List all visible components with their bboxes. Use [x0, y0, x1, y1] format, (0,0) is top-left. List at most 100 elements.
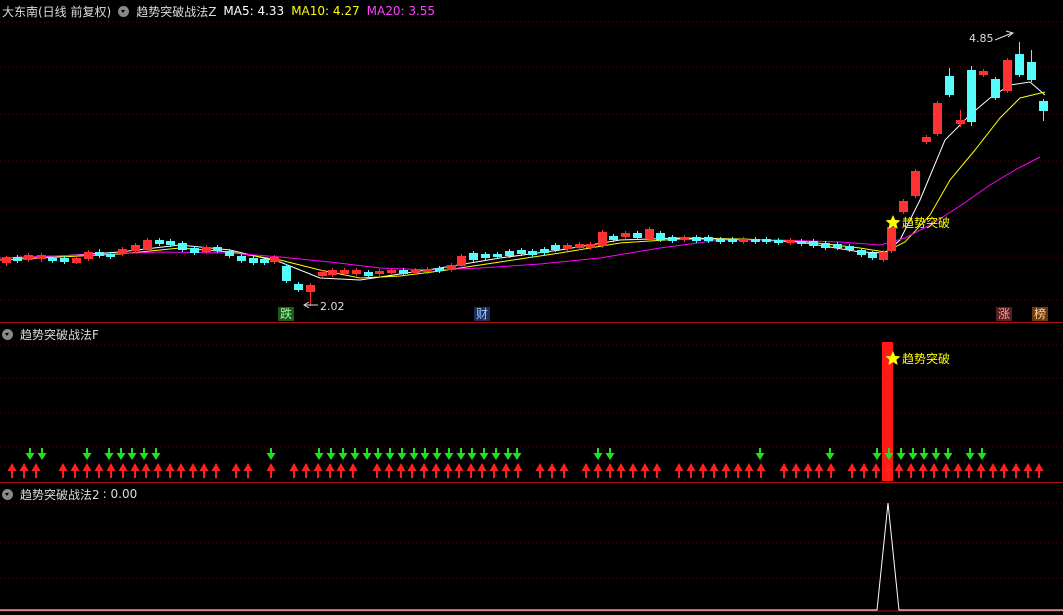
- tag-die[interactable]: 跌: [278, 307, 295, 321]
- down-arrow-icon: [338, 448, 348, 460]
- up-arrow-icon: [709, 463, 719, 478]
- up-arrow-icon: [231, 463, 241, 478]
- candle-body: [213, 247, 222, 251]
- down-arrow-icon: [919, 448, 929, 460]
- indicator-panel-2[interactable]: 趋势突破战法2 : 0.00: [0, 483, 1063, 615]
- up-arrow-icon: [141, 463, 151, 478]
- candle-body: [680, 237, 689, 240]
- up-arrow-icon: [859, 463, 869, 478]
- candle-body: [155, 240, 164, 244]
- up-arrow-icon: [871, 463, 881, 478]
- candle: [328, 268, 337, 277]
- candle-body: [60, 258, 69, 262]
- candle-body: [423, 269, 432, 272]
- candle-body: [887, 227, 896, 251]
- candle-body: [645, 229, 654, 239]
- signal-line-chart[interactable]: [0, 483, 1063, 615]
- candle-body: [609, 236, 618, 240]
- down-arrow-icon: [896, 448, 906, 460]
- candle-body: [178, 243, 187, 250]
- up-arrow-icon: [686, 463, 696, 478]
- up-arrow-icon: [581, 463, 591, 478]
- signal-arrow-chart[interactable]: 趋势突破: [0, 323, 1063, 482]
- up-arrow-icon: [721, 463, 731, 478]
- up-arrow-icon: [616, 463, 626, 478]
- up-arrow-icon: [906, 463, 916, 478]
- up-arrow-icon: [535, 463, 545, 478]
- down-arrow-icon: [503, 448, 513, 460]
- candle-body: [967, 70, 976, 122]
- up-arrow-icon: [513, 463, 523, 478]
- candle: [786, 238, 795, 245]
- candle-body: [899, 201, 908, 212]
- up-arrow-icon: [593, 463, 603, 478]
- candle: [447, 263, 456, 272]
- up-arrow-icon: [779, 463, 789, 478]
- candle-body: [249, 258, 258, 263]
- tag-zhang[interactable]: 涨: [996, 307, 1013, 321]
- up-arrow-icon: [58, 463, 68, 478]
- up-arrow-icon: [918, 463, 928, 478]
- up-arrow-icon: [847, 463, 857, 478]
- indicator-panel-f[interactable]: 趋势突破战法F 趋势突破: [0, 323, 1063, 482]
- candle: [528, 249, 537, 257]
- high-price-text: 4.85: [969, 32, 994, 45]
- down-arrow-icon: [931, 448, 941, 460]
- up-arrow-icon: [188, 463, 198, 478]
- candle-body: [517, 250, 526, 254]
- candle: [809, 239, 818, 248]
- up-arrow-icon: [605, 463, 615, 478]
- candle-body: [739, 239, 748, 242]
- tag-cai[interactable]: 财: [474, 307, 491, 321]
- candle: [84, 250, 93, 261]
- candle-body: [318, 272, 327, 276]
- candle-body: [991, 79, 1000, 98]
- up-arrow-icon: [266, 463, 276, 478]
- candle: [37, 253, 46, 262]
- candlestick-chart[interactable]: 4.85 2.02 趋势突破: [0, 0, 1063, 322]
- candle-body: [751, 239, 760, 242]
- up-arrow-icon: [999, 463, 1009, 478]
- candle-body: [399, 270, 408, 274]
- down-arrow-icon: [872, 448, 882, 460]
- candle-body: [879, 252, 888, 260]
- candle-body: [282, 266, 291, 281]
- up-arrow-icon: [313, 463, 323, 478]
- candle-body: [704, 237, 713, 241]
- up-arrow-icon: [243, 463, 253, 478]
- candle-body: [621, 233, 630, 237]
- down-arrow-icon: [116, 448, 126, 460]
- candle: [469, 251, 478, 262]
- candle-body: [656, 233, 665, 240]
- candle-body: [774, 240, 783, 243]
- up-arrow-icon: [118, 463, 128, 478]
- candle: [131, 243, 140, 253]
- candle-body: [95, 252, 104, 256]
- signal-text: 趋势突破: [902, 351, 950, 366]
- candle-body: [24, 255, 33, 260]
- candle: [95, 249, 104, 258]
- candle-body: [1027, 62, 1036, 80]
- up-arrow-icon: [466, 463, 476, 478]
- up-arrow-icon: [756, 463, 766, 478]
- down-arrow-icon: [908, 448, 918, 460]
- up-arrow-icon: [941, 463, 951, 478]
- candle-body: [505, 251, 514, 256]
- up-arrow-icon: [826, 463, 836, 478]
- candle: [933, 101, 942, 136]
- candle-body: [762, 239, 771, 242]
- tag-bang[interactable]: 榜: [1032, 307, 1049, 321]
- signal-line: [0, 502, 1063, 611]
- up-arrow-icon: [431, 463, 441, 478]
- up-arrow-icon: [31, 463, 41, 478]
- candle-body: [668, 237, 677, 241]
- up-arrow-icon: [130, 463, 140, 478]
- candle: [481, 252, 490, 260]
- candle: [899, 199, 908, 214]
- candle-body: [911, 171, 920, 196]
- candle-body: [447, 265, 456, 270]
- up-arrow-icon: [988, 463, 998, 478]
- up-arrow-icon: [803, 463, 813, 478]
- main-chart-panel[interactable]: 大东南(日线 前复权) 趋势突破战法Z MA5: 4.33 MA10: 4.27…: [0, 0, 1063, 322]
- candle-body: [270, 257, 279, 262]
